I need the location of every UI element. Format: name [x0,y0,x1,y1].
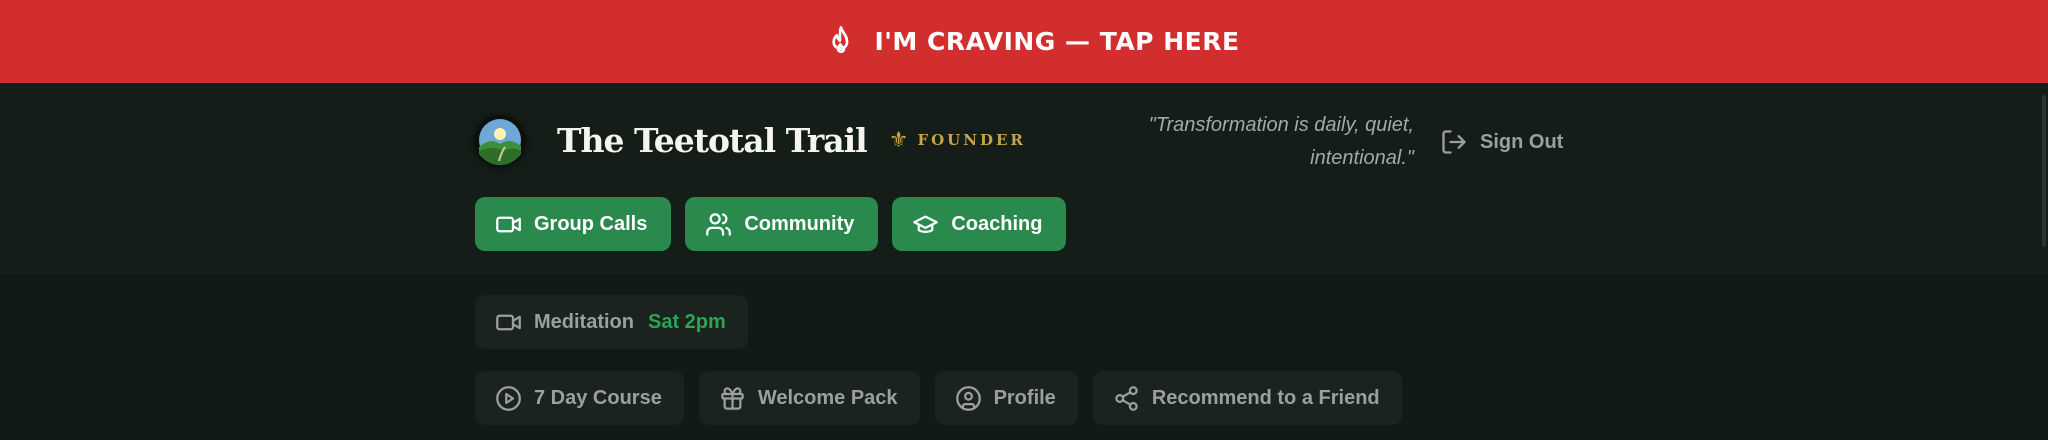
quote-line-1: "Transformation is daily, quiet, [1148,114,1414,136]
craving-banner-button[interactable]: I'M CRAVING — TAP HERE [0,0,2048,83]
users-icon [706,212,732,236]
flame-icon [832,25,849,53]
share-icon [1115,385,1138,411]
user-circle-icon [955,385,981,411]
founder-badge: ⚜ FOUNDER [889,129,1026,151]
site-title: The Teetotal Trail [557,120,868,160]
brand: The Teetotal Trail ⚜ FOUNDER [475,115,1026,165]
community-label: Community [744,212,855,235]
coaching-button[interactable]: Coaching [892,197,1067,251]
video-camera-icon [496,216,521,232]
group-calls-button[interactable]: Group Calls [475,197,672,251]
craving-banner-label: I'M CRAVING — TAP HERE [874,27,1240,56]
profile-label: Profile [993,386,1056,409]
graduation-cap-icon [913,215,939,233]
sign-out-label: Sign Out [1480,130,1564,153]
badge-label: FOUNDER [917,131,1026,149]
recommend-friend-label: Recommend to a Friend [1151,386,1380,409]
primary-nav: Group Calls Community Coaching [475,197,1067,251]
welcome-pack-label: Welcome Pack [757,386,898,409]
sign-out-button[interactable]: Sign Out [1440,128,1563,156]
community-button[interactable]: Community [685,197,879,251]
group-calls-label: Group Calls [534,212,648,235]
meeting-label: Meditation [534,310,634,333]
video-camera-icon [496,314,521,330]
quote-line-2: intentional." [1310,147,1414,169]
landscape-logo[interactable] [475,115,525,165]
daily-quote: "Transformation is daily, quiet, intenti… [1100,109,1414,175]
gift-icon [721,386,744,410]
meeting-time: Sat 2pm [648,310,726,333]
play-circle-icon [496,385,521,411]
fleur-de-lis-icon: ⚜ [888,127,909,152]
next-meeting-button[interactable]: Meditation Sat 2pm [475,295,748,349]
secondary-nav: 7 Day Course Welcome Pack Profile Recomm… [475,371,1402,425]
log-out-icon [1442,130,1466,154]
profile-button[interactable]: Profile [934,371,1078,425]
seven-day-course-label: 7 Day Course [534,386,662,409]
welcome-pack-button[interactable]: Welcome Pack [698,371,920,425]
scrollbar[interactable] [2042,95,2046,247]
seven-day-course-button[interactable]: 7 Day Course [475,371,684,425]
recommend-friend-button[interactable]: Recommend to a Friend [1092,371,1402,425]
coaching-label: Coaching [951,212,1043,235]
